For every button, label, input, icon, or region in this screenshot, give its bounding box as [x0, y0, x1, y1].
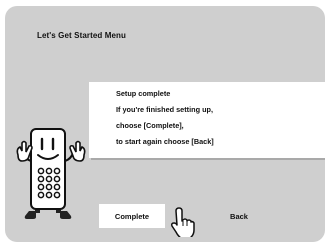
hand-pointer-icon	[171, 207, 195, 237]
message-line-status: Setup complete	[116, 89, 171, 98]
remote-control-mascot-icon	[16, 128, 86, 219]
setup-screen: Let's Get Started Menu Setup complete If…	[5, 6, 325, 242]
page-title: Let's Get Started Menu	[37, 31, 127, 40]
message-panel: Setup complete If you're finished settin…	[89, 82, 325, 158]
message-line-complete-hint: choose [Complete],	[116, 121, 184, 130]
message-line-back-hint: to start again choose [Back]	[116, 137, 214, 146]
complete-button[interactable]: Complete	[99, 204, 165, 228]
message-line-instruction: If you're finished setting up,	[116, 105, 214, 114]
back-button[interactable]: Back	[210, 204, 268, 228]
